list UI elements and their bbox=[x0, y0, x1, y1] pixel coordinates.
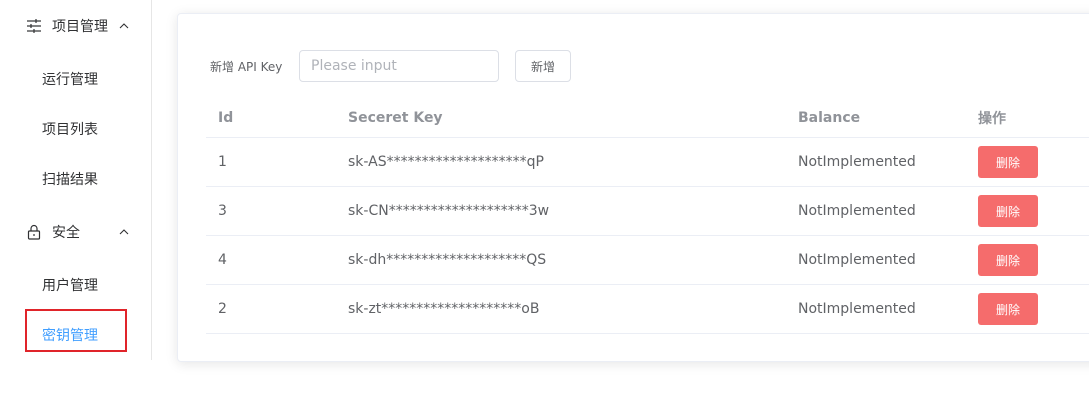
cell-secret-key: sk-dh********************QS bbox=[348, 252, 547, 268]
cell-id: 4 bbox=[218, 252, 227, 268]
lock-icon bbox=[27, 224, 41, 240]
table-row: 1 sk-AS********************qP NotImpleme… bbox=[206, 138, 1089, 187]
header-id: Id bbox=[218, 109, 234, 126]
table-row: 2 sk-zt********************oB NotImpleme… bbox=[206, 285, 1089, 334]
chevron-up-icon bbox=[119, 23, 129, 29]
cell-balance: NotImplemented bbox=[798, 203, 916, 219]
header-operation: 操作 bbox=[978, 110, 1006, 127]
menu-group-project[interactable]: 项目管理 bbox=[0, 1, 151, 51]
sidebar-item-scan-results[interactable]: 扫描结果 bbox=[0, 154, 151, 204]
delete-button[interactable]: 删除 bbox=[978, 293, 1038, 325]
delete-button[interactable]: 删除 bbox=[978, 146, 1038, 178]
cell-id: 2 bbox=[218, 301, 227, 317]
add-button[interactable]: 新增 bbox=[515, 50, 571, 82]
api-key-label: 新增 API Key bbox=[210, 60, 283, 74]
menu-group-security[interactable]: 安全 bbox=[0, 207, 151, 257]
sidebar-item-run-management[interactable]: 运行管理 bbox=[0, 54, 151, 104]
keys-table: Id Seceret Key Balance 操作 1 sk-AS*******… bbox=[206, 98, 1089, 334]
cell-secret-key: sk-CN********************3w bbox=[348, 203, 550, 219]
api-key-input[interactable] bbox=[299, 50, 499, 82]
delete-button[interactable]: 删除 bbox=[978, 244, 1038, 276]
chevron-up-icon bbox=[119, 229, 129, 235]
sidebar-item-user-management[interactable]: 用户管理 bbox=[0, 260, 151, 310]
table-row: 3 sk-CN********************3w NotImpleme… bbox=[206, 187, 1089, 236]
delete-button[interactable]: 删除 bbox=[978, 195, 1038, 227]
sliders-icon bbox=[27, 19, 41, 33]
menu-group-label: 安全 bbox=[52, 225, 80, 241]
cell-balance: NotImplemented bbox=[798, 252, 916, 268]
cell-secret-key: sk-AS********************qP bbox=[348, 154, 544, 170]
table-header: Id Seceret Key Balance 操作 bbox=[206, 98, 1089, 138]
cell-id: 3 bbox=[218, 203, 227, 219]
sidebar: 项目管理 运行管理 项目列表 扫描结果 安全 用户管理 密钥管理 bbox=[0, 0, 152, 360]
cell-balance: NotImplemented bbox=[798, 154, 916, 170]
sidebar-item-key-management[interactable]: 密钥管理 bbox=[0, 310, 151, 360]
sidebar-item-project-list[interactable]: 项目列表 bbox=[0, 104, 151, 154]
cell-secret-key: sk-zt********************oB bbox=[348, 301, 540, 317]
header-balance: Balance bbox=[798, 109, 861, 126]
table-row: 4 sk-dh********************QS NotImpleme… bbox=[206, 236, 1089, 285]
header-secret-key: Seceret Key bbox=[348, 109, 443, 126]
cell-balance: NotImplemented bbox=[798, 301, 916, 317]
menu-group-label: 项目管理 bbox=[52, 19, 108, 35]
cell-id: 1 bbox=[218, 154, 227, 170]
